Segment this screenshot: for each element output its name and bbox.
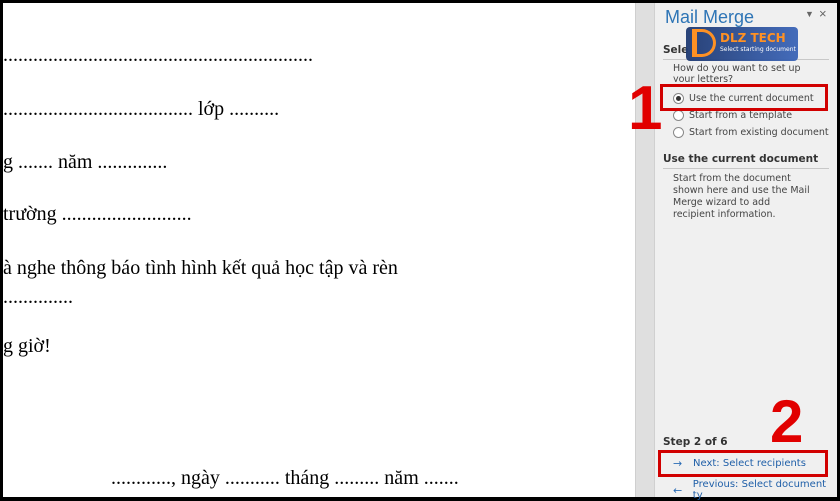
logo-subtext: Select starting document: [720, 46, 796, 53]
description-line: recipient information.: [673, 209, 776, 220]
doc-line: à nghe thông báo tình hình kết quả học t…: [3, 257, 398, 279]
option-existing[interactable]: Start from existing document: [673, 125, 829, 140]
section-heading-select: Sele: [663, 44, 689, 56]
mail-merge-pane: Mail Merge ▼ × Sele How do you want to s…: [654, 3, 837, 501]
previous-link-label: Previous: Select document ty: [692, 479, 827, 501]
description-line: shown here and use the Mail: [673, 185, 810, 196]
radio-icon[interactable]: [673, 127, 684, 138]
doc-line: ........................................…: [3, 44, 313, 66]
document-page[interactable]: ........................................…: [3, 3, 635, 497]
question-line: your letters?: [673, 74, 734, 82]
screenshot-frame: ........................................…: [0, 0, 840, 501]
doc-line: ..............: [3, 286, 73, 308]
annotation-marker-2: 2: [770, 388, 804, 455]
option-label: Start from a template: [689, 110, 793, 121]
description-line: Start from the document: [673, 173, 791, 184]
logo-mark-icon: [692, 29, 716, 57]
radio-icon[interactable]: [673, 110, 684, 121]
logo-text: DLZ TECH: [720, 31, 786, 45]
description-line: Merge wizard to add: [673, 197, 771, 208]
previous-select-document-link[interactable]: ← Previous: Select document ty: [673, 479, 837, 501]
doc-line: g ....... năm ..............: [3, 151, 168, 173]
step-indicator: Step 2 of 6: [663, 436, 728, 448]
arrow-left-icon: ←: [673, 483, 683, 497]
question-line: How do you want to set up: [673, 63, 801, 74]
divider: [663, 168, 829, 169]
close-icon[interactable]: ×: [819, 6, 827, 21]
dlz-tech-logo: DLZ TECH Select starting document: [686, 27, 798, 61]
doc-line: g giờ!: [3, 335, 51, 357]
doc-line: ...................................... l…: [3, 98, 280, 120]
pane-menu-icon[interactable]: ▼: [805, 9, 814, 19]
description-heading: Use the current document: [663, 153, 819, 165]
highlight-box-option: [660, 84, 828, 111]
pane-title: Mail Merge: [665, 7, 755, 27]
doc-line-date: ............, ngày ........... tháng ...…: [111, 467, 459, 489]
doc-line: trường ..........................: [3, 203, 192, 225]
option-label: Start from existing document: [689, 127, 829, 138]
annotation-marker-1: 1: [628, 74, 663, 143]
